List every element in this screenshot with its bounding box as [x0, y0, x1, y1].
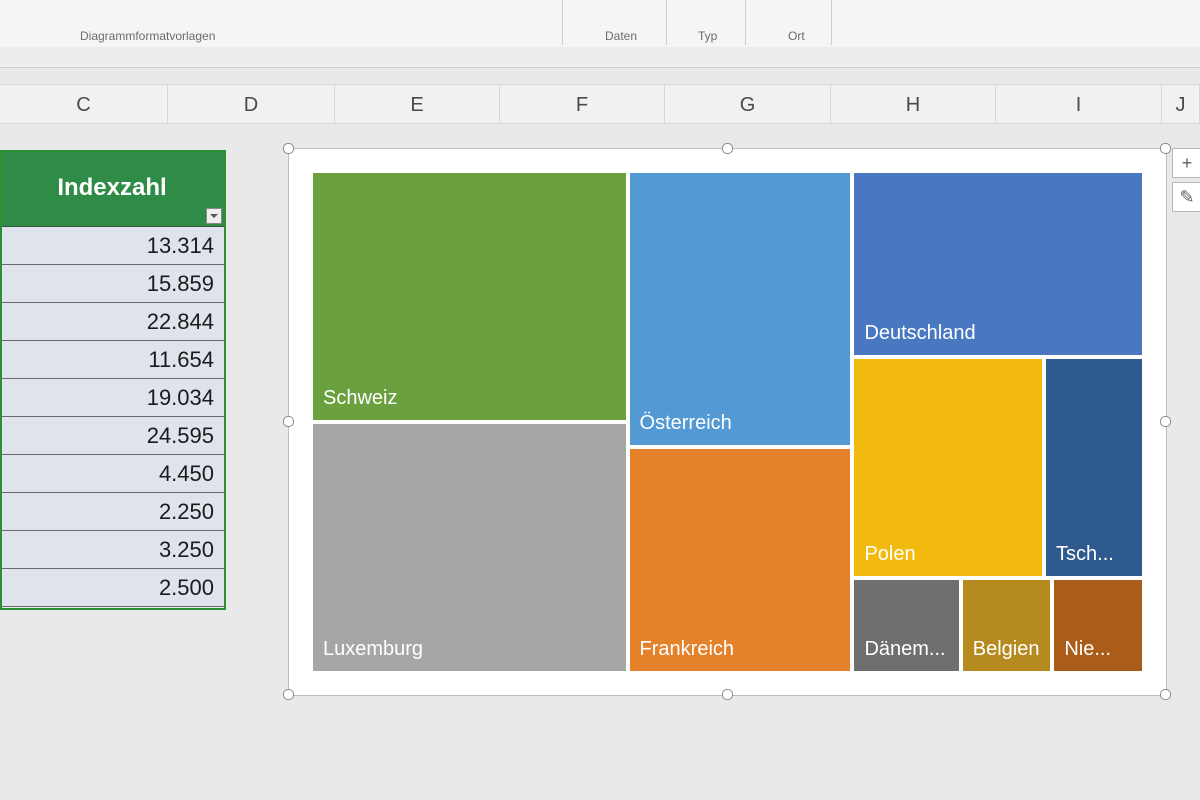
- chart-add-element-button[interactable]: +: [1172, 148, 1200, 178]
- treemap-node[interactable]: Nie...: [1052, 578, 1144, 673]
- filter-dropdown-icon[interactable]: [206, 208, 222, 224]
- ribbon-sep: [745, 0, 746, 45]
- table-row[interactable]: 15.859: [0, 265, 224, 303]
- ribbon-sep: [562, 0, 563, 45]
- column-header-E[interactable]: E: [335, 84, 500, 124]
- table-row[interactable]: 11.654: [0, 341, 224, 379]
- treemap-node[interactable]: Luxemburg: [311, 422, 628, 673]
- table-header-cell[interactable]: Indexzahl: [0, 150, 224, 227]
- table-row[interactable]: 24.595: [0, 417, 224, 455]
- treemap-plot-area: Schweiz Luxemburg Österreich Frankreich Deut…: [311, 171, 1144, 673]
- chart-style-button[interactable]: ✎: [1172, 182, 1200, 212]
- chart-resize-handle[interactable]: [1160, 689, 1171, 700]
- table-row[interactable]: 3.250: [0, 531, 224, 569]
- treemap-node[interactable]: Frankreich: [628, 447, 853, 673]
- table-row[interactable]: 2.250: [0, 493, 224, 531]
- table-row[interactable]: 4.450: [0, 455, 224, 493]
- plus-icon: +: [1182, 153, 1193, 174]
- column-header-J[interactable]: J: [1162, 84, 1200, 124]
- treemap-node[interactable]: Schweiz: [311, 171, 628, 422]
- treemap-node-label: Dänem...: [864, 638, 945, 661]
- treemap-node-label: Nie...: [1064, 638, 1111, 661]
- ribbon-sep: [666, 0, 667, 45]
- treemap-node-label: Schweiz: [323, 387, 397, 410]
- formula-bar[interactable]: [0, 47, 1200, 68]
- chart-resize-handle[interactable]: [283, 416, 294, 427]
- treemap-node[interactable]: Dänem...: [852, 578, 960, 673]
- chart-resize-handle[interactable]: [283, 143, 294, 154]
- ribbon-sep: [831, 0, 832, 45]
- chart-resize-handle[interactable]: [722, 689, 733, 700]
- treemap-node-label: Polen: [864, 543, 915, 566]
- treemap-node[interactable]: Tsch...: [1044, 357, 1144, 578]
- chart-resize-handle[interactable]: [1160, 143, 1171, 154]
- treemap-node-label: Deutschland: [864, 322, 975, 345]
- column-header-F[interactable]: F: [500, 84, 665, 124]
- chart-resize-handle[interactable]: [722, 143, 733, 154]
- treemap-node-label: Luxemburg: [323, 638, 423, 661]
- treemap-node[interactable]: Deutschland: [852, 171, 1144, 357]
- table-header-label: Indexzahl: [57, 174, 166, 202]
- column-header-H[interactable]: H: [831, 84, 996, 124]
- treemap-node-label: Belgien: [973, 638, 1040, 661]
- ribbon-group-location[interactable]: Ort: [788, 29, 805, 43]
- treemap-node-label: Österreich: [640, 412, 732, 435]
- table-row[interactable]: 13.314: [0, 227, 224, 265]
- brush-icon: ✎: [1179, 187, 1194, 208]
- chart-resize-handle[interactable]: [1160, 416, 1171, 427]
- treemap-node[interactable]: Belgien: [961, 578, 1053, 673]
- column-header-D[interactable]: D: [168, 84, 335, 124]
- table-row[interactable]: 19.034: [0, 379, 224, 417]
- column-header-I[interactable]: I: [996, 84, 1162, 124]
- treemap-node-label: Frankreich: [640, 638, 734, 661]
- column-header-C[interactable]: C: [0, 84, 168, 124]
- treemap-node[interactable]: Polen: [852, 357, 1044, 578]
- ribbon-group-type[interactable]: Typ: [698, 29, 717, 43]
- table-indexzahl[interactable]: Indexzahl 13.31415.85922.84411.65419.034…: [0, 150, 224, 607]
- ribbon-group-data[interactable]: Daten: [605, 29, 637, 43]
- table-row[interactable]: 2.500: [0, 569, 224, 607]
- ribbon-group-area: Diagrammformatvorlagen Daten Typ Ort: [0, 0, 1200, 48]
- treemap-node[interactable]: Österreich: [628, 171, 853, 447]
- column-header-G[interactable]: G: [665, 84, 831, 124]
- table-row[interactable]: 22.844: [0, 303, 224, 341]
- ribbon-group-styles: Diagrammformatvorlagen: [80, 29, 215, 43]
- treemap-node-label: Tsch...: [1056, 543, 1114, 566]
- chart-resize-handle[interactable]: [283, 689, 294, 700]
- treemap-chart[interactable]: Schweiz Luxemburg Österreich Frankreich Deut…: [288, 148, 1167, 696]
